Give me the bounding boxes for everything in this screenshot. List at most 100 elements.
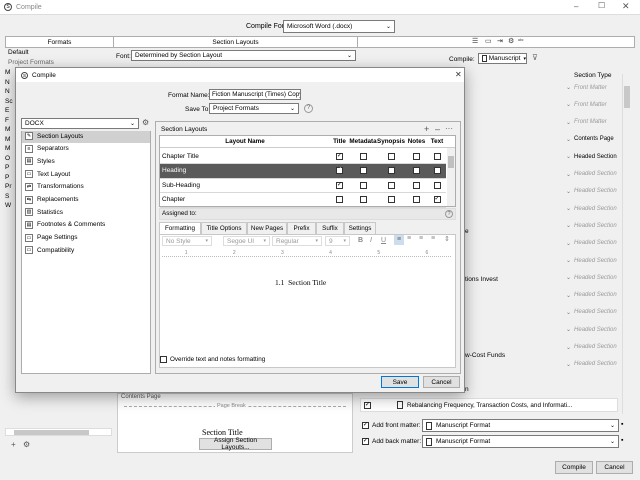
more-icon[interactable]: ··· [445, 124, 453, 133]
layout-option-checkbox[interactable] [433, 167, 441, 174]
back-matter-pin-icon[interactable]: ▪ [621, 437, 623, 444]
section-type-item[interactable]: ⌄ Front Matter [566, 119, 624, 126]
format-name-input[interactable]: Fiction Manuscript (Times) Copy [209, 89, 301, 100]
minimize-button[interactable]: – [574, 2, 578, 11]
table-row[interactable]: Heading ✓ [160, 163, 446, 179]
gear-icon[interactable]: ⚙ [508, 37, 514, 45]
bg-compile-select[interactable]: Manuscript ▾ [478, 53, 527, 64]
tab-suffix[interactable]: Suffix [316, 222, 344, 234]
section-type-item[interactable]: ⌄ Headed Section [566, 171, 624, 178]
dialog-close-icon[interactable]: ✕ [455, 70, 462, 79]
layout-option-checkbox[interactable] [359, 167, 367, 174]
table-scrollbar[interactable] [447, 148, 455, 206]
section-type-item[interactable]: ⌄ Headed Section [566, 188, 624, 195]
section-type-item[interactable]: ⌄ Headed Section [566, 240, 624, 247]
italic-button[interactable]: I [370, 237, 372, 244]
layout-option-checkbox[interactable] [433, 152, 441, 160]
nav-item-replacements[interactable]: ⇆ Replacements [22, 194, 150, 206]
nav-item-text-layout[interactable]: ▭ Text Layout [22, 168, 150, 180]
section-type-item[interactable]: ⌄ Headed Section [566, 153, 624, 161]
layout-option-checkbox[interactable] [387, 196, 395, 203]
font-weight-select[interactable]: Regular ▾ [272, 236, 322, 246]
layout-option-checkbox[interactable] [413, 181, 420, 189]
main-cancel-button[interactable]: Cancel [596, 461, 633, 474]
close-button[interactable]: ✕ [622, 1, 630, 12]
layout-option-checkbox[interactable] [359, 196, 367, 203]
maximize-button[interactable]: ☐ [598, 1, 605, 10]
add-icon[interactable]: + [11, 440, 16, 449]
layout-option-checkbox[interactable]: ✓ [336, 167, 343, 174]
section-type-item[interactable]: ⌄ Headed Section [566, 222, 624, 230]
section-type-item[interactable]: ⌄ Headed Section [566, 309, 624, 316]
list-view-icon[interactable]: ☰ [472, 37, 478, 45]
tab-new-pages[interactable]: New Pages [247, 222, 287, 234]
nav-item-statistics[interactable]: ▥ Statistics [22, 206, 150, 218]
format-default[interactable]: Default [8, 49, 29, 56]
settings-icon[interactable]: ⚙ [23, 440, 30, 449]
back-matter-select[interactable]: Manuscript Format ⌄ [422, 435, 619, 448]
layout-option-checkbox[interactable] [359, 152, 367, 160]
align-justify-icon[interactable]: ≡ [431, 235, 435, 242]
remove-layout-icon[interactable]: – [435, 124, 440, 134]
help-icon[interactable]: ? [304, 104, 313, 113]
save-to-select[interactable]: Project Formats ⌄ [209, 103, 299, 114]
nav-item-transformations[interactable]: ⇄ Transformations [22, 181, 150, 193]
section-type-item[interactable]: ⌄ Front Matter [566, 84, 624, 92]
nav-item-compatibility[interactable]: ▭ Compatibility [22, 244, 150, 256]
format-type-select[interactable]: DOCX ⌄ [21, 118, 139, 129]
style-select[interactable]: No Style ▾ [162, 236, 212, 246]
layout-option-checkbox[interactable] [336, 196, 343, 203]
section-type-item[interactable]: ⌄ Headed Section [566, 257, 624, 265]
section-type-item[interactable]: ⌄ Contents Page [566, 136, 624, 143]
section-type-item[interactable]: ⌄ Headed Section [566, 274, 624, 282]
align-right-icon[interactable]: ≡ [419, 235, 423, 242]
nav-item-separators[interactable]: ≡ Separators [22, 143, 150, 155]
section-type-item[interactable]: ⌄ Headed Section [566, 292, 624, 299]
assign-section-layouts-button[interactable]: Assign Section Layouts... [199, 437, 272, 451]
layout-option-checkbox[interactable]: ✓ [433, 196, 441, 203]
save-button[interactable]: Save [381, 376, 419, 388]
filter-icon[interactable]: ⊽ [532, 53, 538, 62]
bold-button[interactable]: B [358, 237, 363, 244]
font-select[interactable]: Determined by Section Layout ⌄ [131, 50, 356, 61]
format-gear-icon[interactable]: ⚙ [142, 118, 149, 127]
font-family-select[interactable]: Segoe UI ▾ [223, 236, 270, 246]
layout-option-checkbox[interactable] [359, 181, 367, 189]
override-formatting-checkbox[interactable] [160, 356, 167, 363]
layout-option-checkbox[interactable]: ✓ [336, 152, 343, 160]
layout-option-checkbox[interactable] [387, 167, 395, 174]
align-left-icon[interactable]: ≡ [394, 235, 404, 245]
nav-item-section-layouts[interactable]: ✎ Section Layouts [22, 130, 150, 142]
font-size-select[interactable]: 9 ▾ [325, 236, 350, 246]
export-icon[interactable]: ⇥ [497, 37, 503, 45]
add-layout-icon[interactable]: + [424, 124, 429, 134]
align-center-icon[interactable]: ≡ [407, 235, 411, 242]
nav-item-page-settings[interactable]: ▭ Page Settings [22, 232, 150, 244]
underline-button[interactable]: U [381, 237, 386, 244]
left-hscrollbar[interactable] [5, 428, 112, 436]
back-matter-checkbox[interactable]: ✓ [362, 438, 369, 445]
nav-item-footnotes-comments[interactable]: ▤ Footnotes & Comments [22, 219, 150, 231]
nav-item-styles[interactable]: ▤ Styles [22, 155, 150, 167]
table-row[interactable]: Chapter ✓ [160, 193, 446, 208]
compile-for-select[interactable]: Microsoft Word (.docx) ⌄ [283, 20, 395, 33]
layout-option-checkbox[interactable] [433, 181, 441, 189]
front-matter-checkbox[interactable]: ✓ [362, 422, 369, 429]
layout-option-checkbox[interactable] [413, 167, 420, 174]
spacing-icon[interactable]: ⇕ [444, 235, 450, 243]
tab-prefix[interactable]: Prefix [287, 222, 316, 234]
layout-option-checkbox[interactable] [413, 152, 420, 160]
section-type-item[interactable]: ⌄ Headed Section [566, 361, 624, 368]
front-matter-select[interactable]: Manuscript Format ⌄ [422, 419, 619, 432]
compile-button[interactable]: Compile [555, 461, 593, 474]
tab-settings[interactable]: Settings [344, 222, 376, 234]
dialog-cancel-button[interactable]: Cancel [423, 376, 460, 388]
tab-formatting[interactable]: Formatting [159, 222, 201, 234]
include-checkbox[interactable]: ✓ [364, 401, 371, 409]
tab-title-options[interactable]: Title Options [201, 222, 247, 234]
table-row[interactable]: Chapter Title ✓ [160, 149, 446, 164]
layout-option-checkbox[interactable] [413, 196, 420, 203]
layout-option-checkbox[interactable] [387, 181, 395, 189]
layout-option-checkbox[interactable] [387, 152, 395, 160]
section-type-item[interactable]: ⌄ Headed Section [566, 344, 624, 351]
